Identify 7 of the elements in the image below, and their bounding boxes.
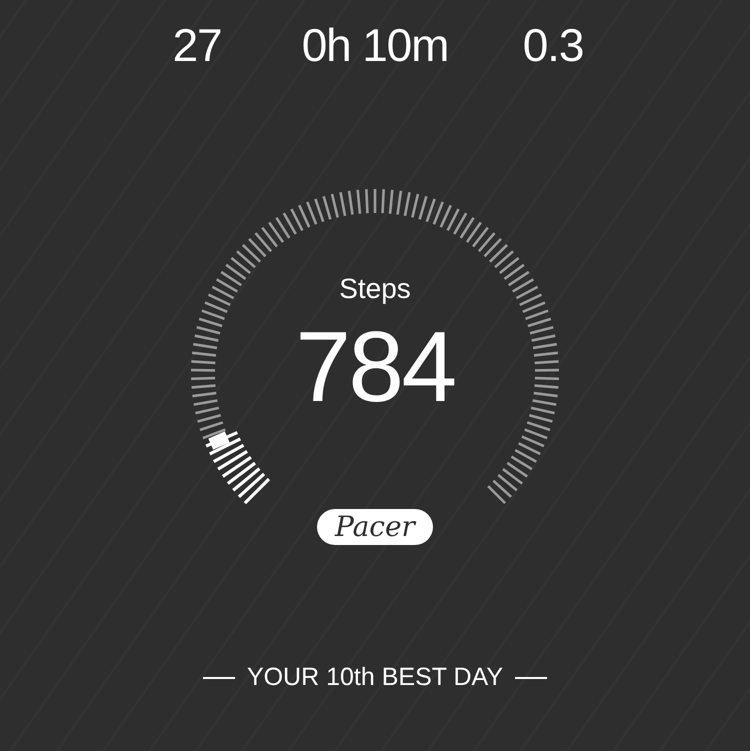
stat-value: 27 [172, 22, 222, 68]
best-day-text: YOUR 10th BEST DAY [246, 665, 504, 690]
stat-value: 0.3 [522, 22, 584, 68]
stat-value: 0h 10m [302, 22, 448, 68]
pacer-logo: Pacer [316, 509, 433, 545]
steps-label: Steps [339, 275, 411, 303]
steps-count: 784 [295, 317, 455, 417]
